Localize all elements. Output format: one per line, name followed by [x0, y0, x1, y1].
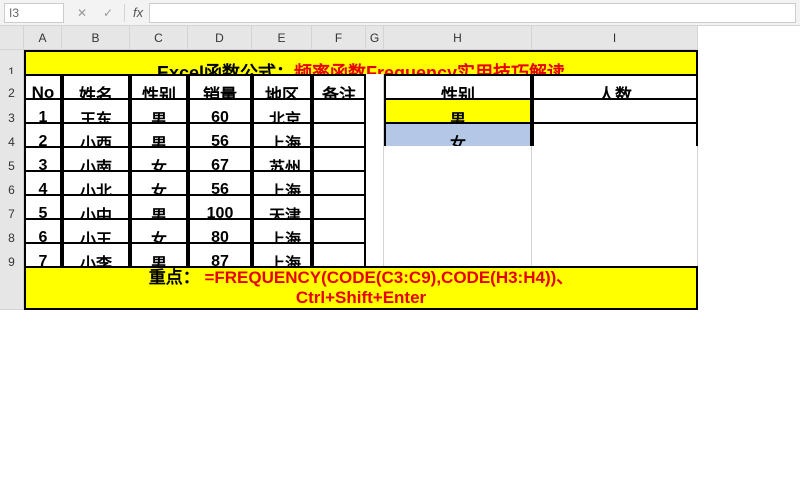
col-header-a[interactable]: A	[24, 26, 62, 50]
col-header-e[interactable]: E	[252, 26, 312, 50]
col-header-i[interactable]: I	[532, 26, 698, 50]
col-header-c[interactable]: C	[130, 26, 188, 50]
separator	[124, 4, 125, 22]
col-header-h[interactable]: H	[384, 26, 532, 50]
footer-formula[interactable]: 重点： =FREQUENCY(CODE(C3:C9),CODE(H3:H4))、…	[24, 266, 698, 310]
col-header-f[interactable]: F	[312, 26, 366, 50]
name-box[interactable]: I3	[4, 3, 64, 23]
footer-formula-text: =FREQUENCY(CODE(C3:C9),CODE(H3:H4))、	[204, 268, 573, 287]
fx-icon[interactable]: fx	[129, 5, 147, 20]
formula-bar: I3 ✕ ✓ fx	[0, 0, 800, 26]
col-header-g[interactable]: G	[366, 26, 384, 50]
col-header-b[interactable]: B	[62, 26, 130, 50]
select-all-corner[interactable]	[0, 26, 24, 50]
formula-input[interactable]	[149, 3, 796, 23]
spreadsheet-grid: A B C D E F G H I 1 Excel函数公式： 频率函数Frequ…	[0, 26, 800, 290]
row-header-10[interactable]	[0, 266, 24, 310]
cancel-icon: ✕	[70, 2, 94, 24]
footer-prefix: 重点：	[149, 268, 200, 287]
footer-line2: Ctrl+Shift+Enter	[296, 288, 426, 308]
confirm-icon: ✓	[96, 2, 120, 24]
col-header-d[interactable]: D	[188, 26, 252, 50]
